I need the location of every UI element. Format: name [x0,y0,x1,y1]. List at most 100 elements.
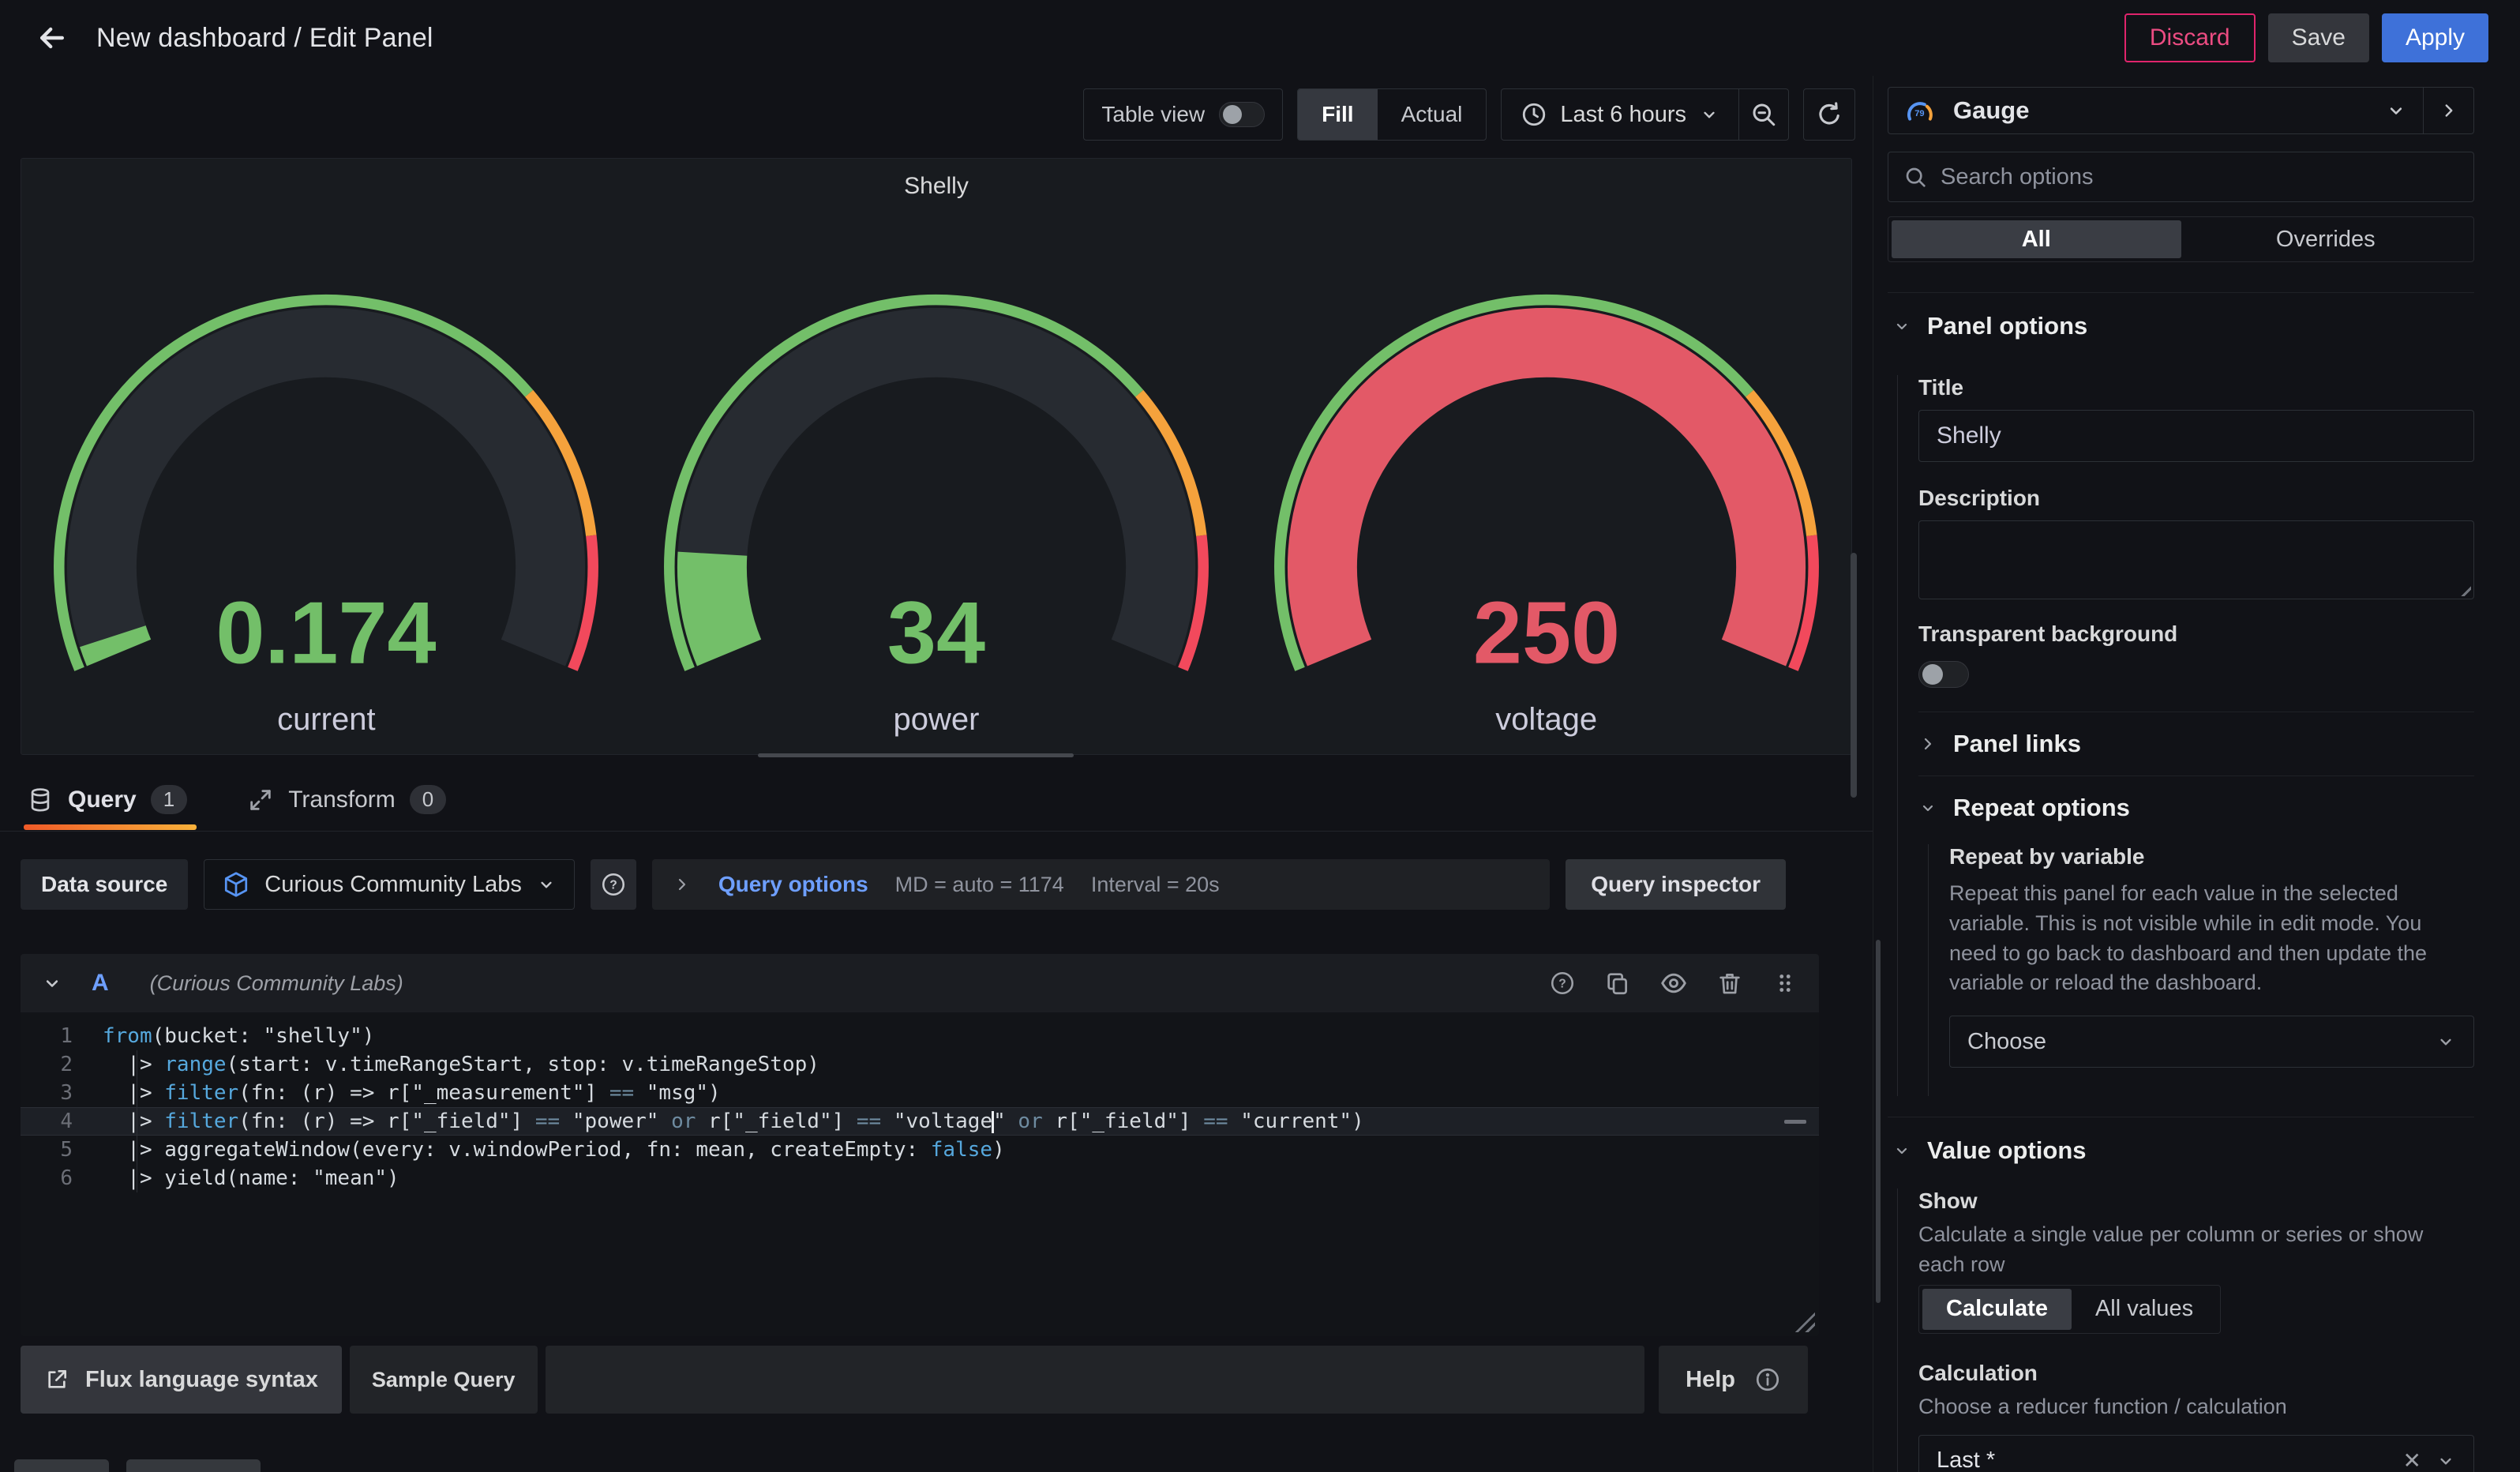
visualization-select[interactable]: 79 Gauge [1888,88,2423,133]
cutoff-button-stub[interactable] [14,1459,109,1472]
cutoff-button-stub[interactable] [126,1459,261,1472]
code-line[interactable]: 1from(bucket: "shelly") [21,1022,1819,1050]
clear-icon[interactable]: ✕ [2403,1448,2421,1472]
panel-links-header[interactable]: Panel links [1918,712,2474,775]
transparent-bg-label: Transparent background [1918,621,2474,647]
transparent-bg-toggle[interactable] [1918,661,1969,688]
grafana-edit-panel: New dashboard / Edit Panel Discard Save … [0,0,2520,1472]
options-filter-tabs: All Overrides [1888,216,2474,262]
chevron-down-icon [1892,317,1911,336]
chevron-right-icon [673,875,692,894]
all-values-option[interactable]: All values [2072,1289,2217,1330]
zoom-out-button[interactable] [1739,89,1788,140]
pane-resize-handle[interactable] [758,753,1074,757]
gauge-title: voltage [1495,704,1597,735]
save-button[interactable]: Save [2268,13,2369,62]
chevron-down-icon [1892,1141,1911,1160]
tab-transform[interactable]: Transform 0 [244,779,456,830]
query-count-badge: 1 [151,785,187,814]
gauge-voltage: 250voltage [1241,203,1851,735]
datasource-row: Data source Curious Community Labs ? Que… [21,859,1786,910]
refresh-button[interactable] [1803,88,1855,141]
delete-query-button[interactable] [1716,970,1743,997]
sample-query-button[interactable]: Sample Query [350,1346,538,1414]
tab-query[interactable]: Query 1 [24,779,197,830]
query-help-button[interactable]: ? [1549,970,1576,997]
query-ref[interactable]: A [92,970,109,997]
chevron-down-icon [536,874,557,895]
drag-handle[interactable] [1772,970,1798,997]
tab-overrides[interactable]: Overrides [2181,220,2471,258]
repeat-options-body: Repeat by variable Repeat this panel for… [1928,844,2474,1096]
viz-suggestions-button[interactable] [2423,88,2473,133]
show-mode-switch: Calculate All values [1918,1285,2221,1334]
repeat-options-header[interactable]: Repeat options [1918,775,2474,839]
actual-option[interactable]: Actual [1378,89,1487,140]
chevron-down-icon [1918,798,1937,817]
line-number: 6 [21,1164,103,1192]
help-button[interactable]: Help [1659,1346,1808,1414]
title-label: Title [1918,375,2474,400]
help-circle-icon: ? [600,871,627,898]
tab-all[interactable]: All [1892,220,2181,258]
repeat-description: Repeat this panel for each value in the … [1949,879,2474,998]
gauge-value: 0.174 [216,584,437,682]
transform-count-badge: 0 [410,785,446,814]
calculation-select[interactable]: Last * ✕ [1918,1435,2474,1472]
options-search-input[interactable] [1941,164,2459,190]
value-options-title: Value options [1927,1136,2087,1165]
code-line[interactable]: 2 |> range(start: v.timeRangeStart, stop… [21,1050,1819,1079]
show-label: Show [1918,1188,2474,1214]
arrow-left-icon [35,21,69,55]
textarea-resize-handle[interactable] [2455,580,2471,596]
discard-button[interactable]: Discard [2124,13,2256,62]
duplicate-query-button[interactable] [1604,970,1631,997]
edit-area: Table view Fill Actual Last 6 hours [0,76,1873,1472]
chevron-down-icon [2385,100,2407,122]
editor-resize-handle[interactable] [1794,1312,1815,1332]
svg-text:79: 79 [1914,109,1924,118]
editor-tabs: Query 1 Transform 0 [24,779,456,831]
chevron-down-icon [2436,1451,2456,1471]
visualization-picker: 79 Gauge [1888,87,2474,134]
code-line[interactable]: 5 |> aggregateWindow(every: v.windowPeri… [21,1136,1819,1164]
search-icon [1903,164,1928,190]
panel-title-input[interactable] [1918,410,2474,462]
repeat-variable-value: Choose [1967,1029,2421,1055]
options-search [1888,152,2474,202]
time-range-picker[interactable]: Last 6 hours [1502,89,1738,140]
query-inspector-button[interactable]: Query inspector [1566,859,1786,910]
query-options-link[interactable]: Query options [718,872,868,897]
datasource-picker[interactable]: Curious Community Labs [204,859,575,910]
info-circle-icon [1754,1366,1781,1393]
code-line[interactable]: 6 |> yield(name: "mean") [21,1164,1819,1192]
chevron-right-icon [1918,734,1937,753]
panel-options-header[interactable]: Panel options [1888,293,2474,356]
overview-ruler-mark [1784,1120,1806,1124]
fill-option[interactable]: Fill [1298,89,1377,140]
flux-syntax-button[interactable]: Flux language syntax [21,1346,342,1414]
apply-button[interactable]: Apply [2382,13,2488,62]
table-view-toggle[interactable] [1219,102,1265,127]
svg-text:?: ? [1558,978,1566,991]
chevron-down-icon[interactable] [41,972,63,994]
options-sidebar: 79 Gauge All Overrides [1873,76,2520,1472]
code-line[interactable]: 3 |> filter(fn: (r) => r["_measurement"]… [21,1079,1819,1107]
code-line[interactable]: 4 |> filter(fn: (r) => r["_field"] == "p… [21,1107,1819,1136]
query-options-bar: Query options MD = auto = 1174 Interval … [652,859,1550,910]
time-range-label: Last 6 hours [1560,102,1686,128]
datasource-help-button[interactable]: ? [591,859,636,910]
calculation-label: Calculation [1918,1361,2474,1386]
back-button[interactable] [32,17,73,58]
toggle-visibility-button[interactable] [1659,969,1688,997]
panel-description-input[interactable] [1918,520,2474,599]
calculate-option[interactable]: Calculate [1922,1289,2072,1330]
main-scrollbar[interactable] [1851,553,1857,798]
sidebar-scrollbar[interactable] [1876,940,1881,1303]
code-editor[interactable]: 1from(bucket: "shelly")2 |> range(start:… [21,1012,1819,1336]
repeat-variable-select[interactable]: Choose [1949,1016,2474,1068]
tab-query-label: Query [68,787,137,813]
value-options-header[interactable]: Value options [1888,1117,2474,1181]
table-view-label: Table view [1101,102,1205,127]
gauge-power: 34power [632,203,1242,735]
